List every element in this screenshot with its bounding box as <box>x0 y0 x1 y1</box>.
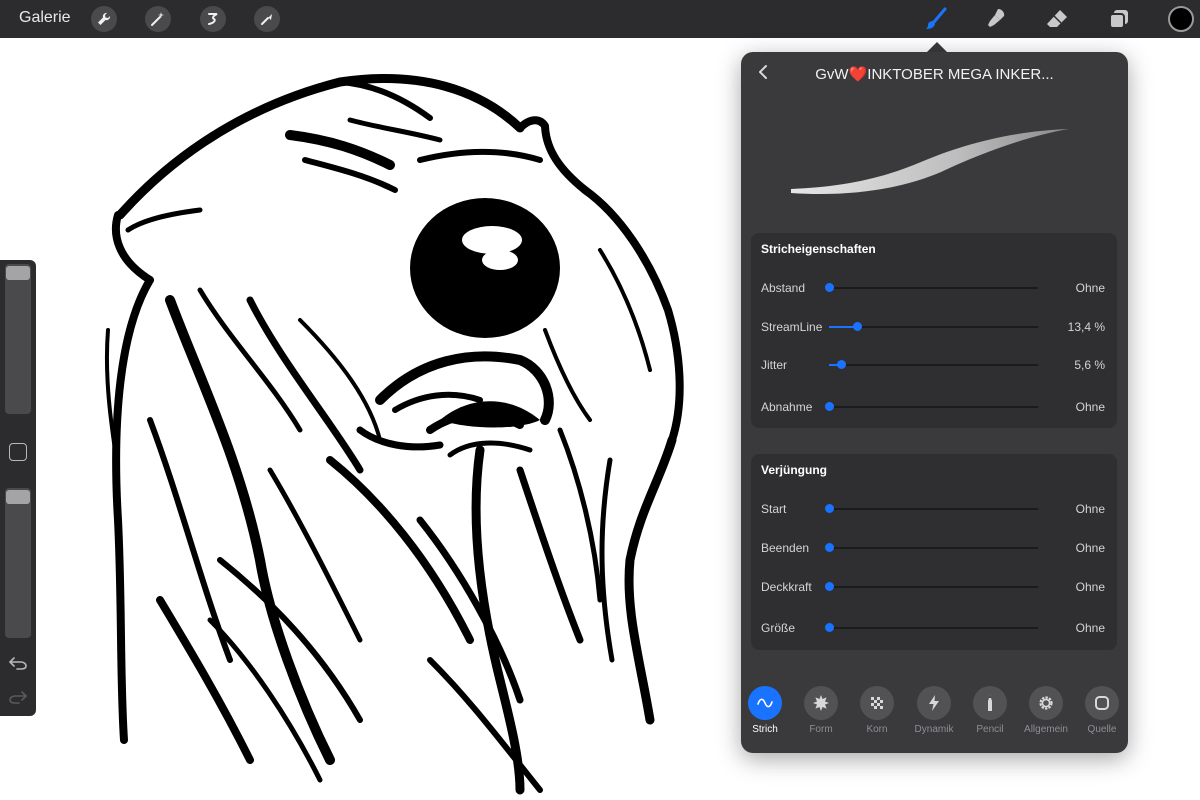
section-title: Verjüngung <box>761 463 827 477</box>
modifier-square-icon[interactable] <box>9 443 27 461</box>
transform-button[interactable] <box>254 6 280 32</box>
taper-opacity-value: Ohne <box>1075 580 1105 594</box>
spacing-value: Ohne <box>1075 281 1105 295</box>
tab-grain[interactable]: Korn <box>852 686 902 735</box>
color-picker-button[interactable] <box>1168 6 1194 32</box>
taper-end-label: Beenden <box>761 541 810 555</box>
brush-icon <box>926 7 947 29</box>
taper-size-slider[interactable] <box>825 623 1038 632</box>
undo-icon[interactable] <box>8 654 28 672</box>
layers-button[interactable] <box>1105 5 1133 33</box>
procreate-screen: Galerie GvW❤️INKTOBER MEGA INKER... Stri… <box>0 0 1200 800</box>
tab-source[interactable]: Quelle <box>1077 686 1127 735</box>
jitter-slider[interactable] <box>829 360 1038 369</box>
opacity-slider[interactable] <box>5 488 31 638</box>
tab-label: Korn <box>866 724 888 735</box>
brush-title-suffix: INKTOBER MEGA INKER... <box>867 66 1054 83</box>
tab-label: Strich <box>752 724 778 735</box>
eraser-tool-button[interactable] <box>1043 5 1071 33</box>
falloff-value: Ohne <box>1075 400 1105 414</box>
tab-label: Allgemein <box>1024 724 1068 735</box>
tab-pencil[interactable]: Pencil <box>965 686 1015 735</box>
selection-button[interactable] <box>200 6 226 32</box>
jitter-value: 5,6 % <box>1074 358 1105 372</box>
tab-general[interactable]: Allgemein <box>1021 686 1071 735</box>
taper-opacity-slider[interactable] <box>825 582 1038 591</box>
stroke-properties-section: Stricheigenschaften Abstand Ohne StreamL… <box>751 233 1117 428</box>
selection-icon <box>208 13 218 25</box>
tab-label: Pencil <box>976 724 1004 735</box>
tab-label: Form <box>809 724 833 735</box>
falloff-slider[interactable] <box>825 402 1038 411</box>
brush-size-thumb[interactable] <box>6 266 30 280</box>
adjustments-button[interactable] <box>145 6 171 32</box>
grain-checker-icon <box>871 697 883 709</box>
magic-wand-icon <box>151 12 164 26</box>
top-toolbar: Galerie <box>0 0 1200 38</box>
smudge-tool-button[interactable] <box>982 5 1010 33</box>
eraser-icon <box>1047 10 1067 27</box>
taper-size-label: Größe <box>761 621 796 635</box>
streamline-value: 13,4 % <box>1067 320 1105 334</box>
lightning-icon <box>929 695 939 711</box>
actions-button[interactable] <box>91 6 117 32</box>
transform-arrow-icon <box>261 14 272 25</box>
spacing-label: Abstand <box>761 281 806 295</box>
smudge-icon <box>988 9 1005 27</box>
jitter-label: Jitter <box>761 358 788 372</box>
spacing-slider[interactable] <box>825 283 1038 292</box>
source-square-icon <box>1095 696 1109 710</box>
wrench-icon <box>98 12 111 25</box>
stroke-preview <box>791 129 1069 195</box>
pencil-tip-icon <box>988 695 992 711</box>
brush-tool-button[interactable] <box>922 5 950 33</box>
taper-start-label: Start <box>761 502 787 516</box>
section-title: Stricheigenschaften <box>761 242 876 256</box>
brush-settings-panel: GvW❤️INKTOBER MEGA INKER... Stricheigens… <box>741 52 1128 753</box>
heart-emoji: ❤️ <box>848 66 868 83</box>
taper-end-value: Ohne <box>1075 541 1105 555</box>
taper-size-value: Ohne <box>1075 621 1105 635</box>
streamline-slider[interactable] <box>829 322 1038 331</box>
tab-dynamics[interactable]: Dynamik <box>909 686 959 735</box>
taper-section: Verjüngung Start Ohne Beenden Ohne Deckk… <box>751 454 1117 650</box>
brush-title: GvW❤️INKTOBER MEGA INKER... <box>741 65 1128 83</box>
brush-title-prefix: GvW <box>815 66 849 83</box>
tab-label: Dynamik <box>914 724 954 735</box>
layers-icon <box>1109 10 1128 29</box>
tab-stroke[interactable]: Strich <box>740 686 790 735</box>
taper-start-value: Ohne <box>1075 502 1105 516</box>
shape-burst-icon <box>813 695 829 711</box>
taper-start-slider[interactable] <box>825 504 1038 513</box>
taper-opacity-label: Deckkraft <box>761 580 812 594</box>
brush-size-slider[interactable] <box>5 264 31 414</box>
left-sidebar <box>0 260 36 716</box>
gear-icon <box>1039 696 1053 710</box>
stroke-wave-icon <box>757 698 773 708</box>
gallery-button[interactable]: Galerie <box>19 9 71 27</box>
streamline-label: StreamLine <box>761 320 823 334</box>
opacity-thumb[interactable] <box>6 490 30 504</box>
tab-label: Quelle <box>1087 724 1117 735</box>
taper-end-slider[interactable] <box>825 543 1038 552</box>
falloff-label: Abnahme <box>761 400 813 414</box>
redo-icon[interactable] <box>8 688 28 706</box>
tab-shape[interactable]: Form <box>796 686 846 735</box>
